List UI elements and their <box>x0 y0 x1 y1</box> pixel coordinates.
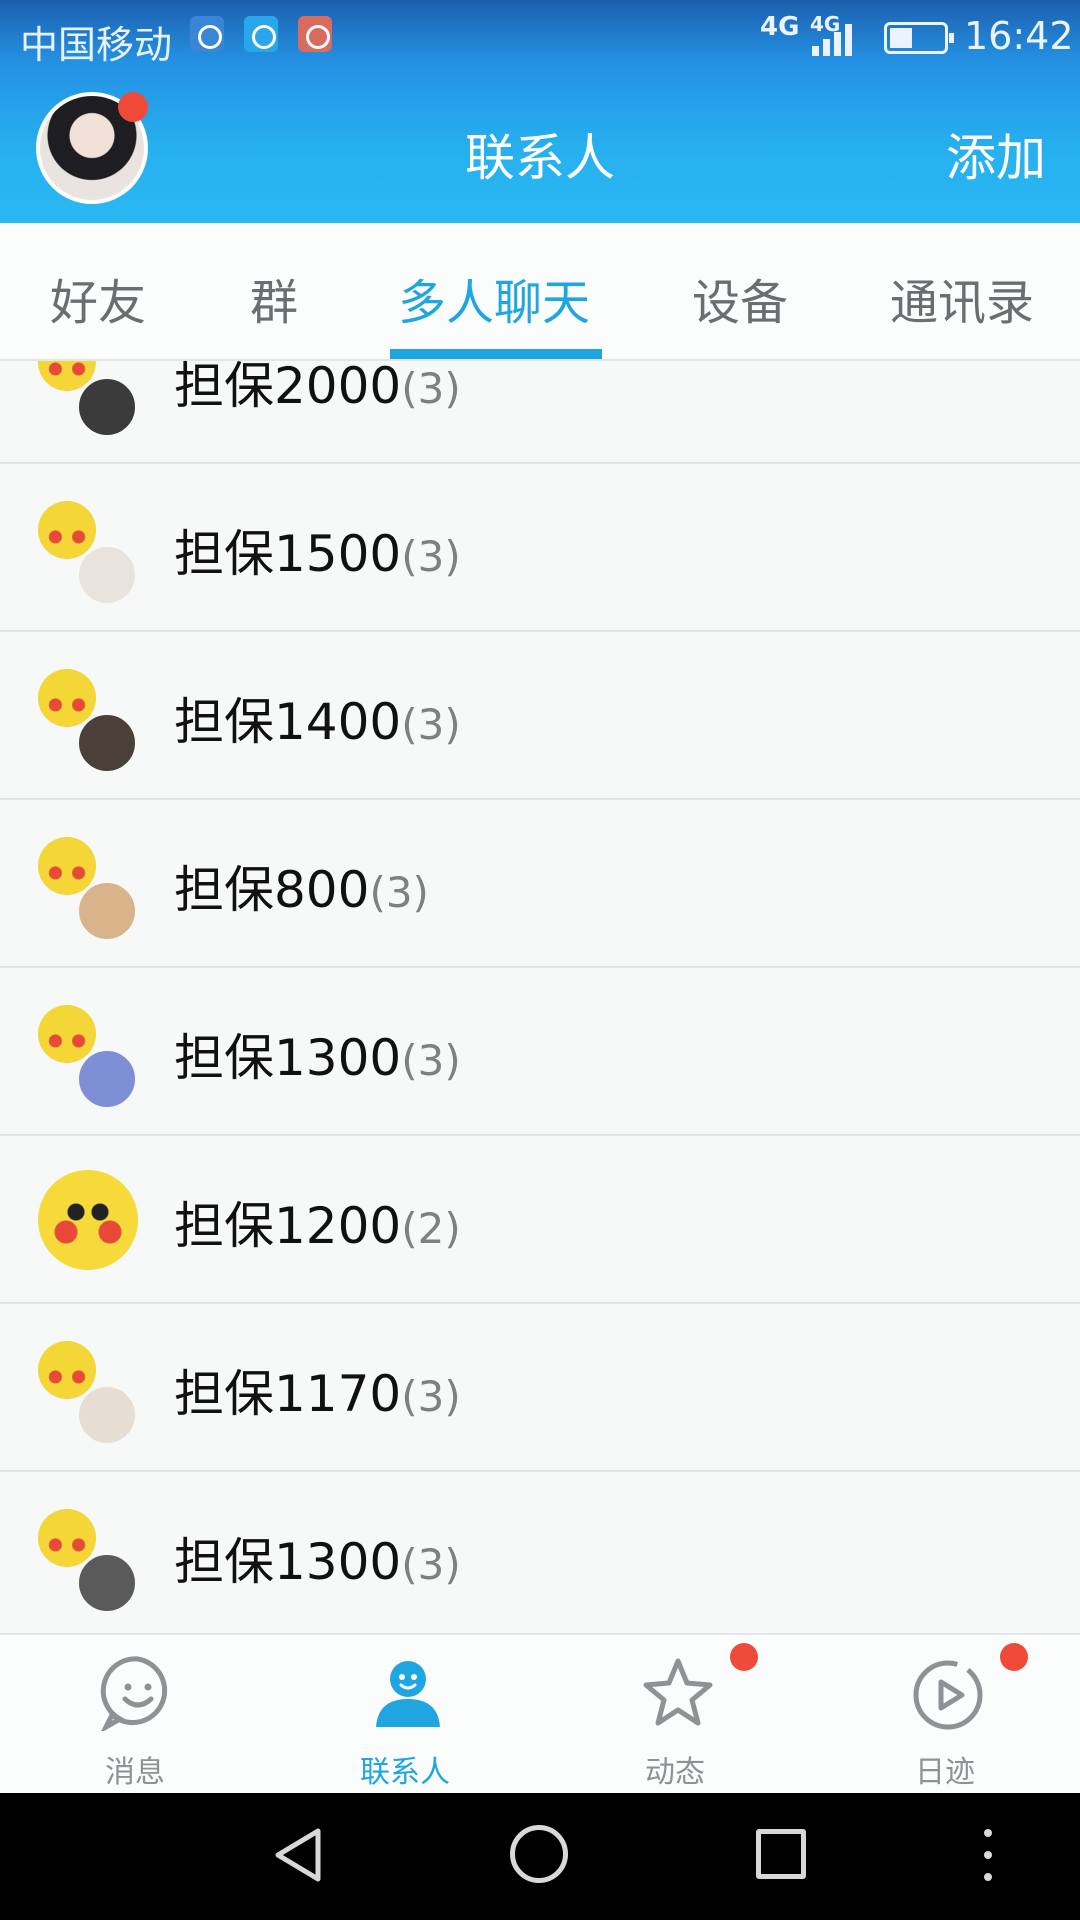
chat-name: 担保2000(3) <box>174 361 461 415</box>
nav-contacts[interactable]: 联系人 <box>270 1635 540 1795</box>
list-item[interactable]: 担保1300(3) <box>0 968 1080 1136</box>
tab-multi-chat[interactable]: 多人聊天 <box>398 263 590 333</box>
list-item[interactable]: 担保1170(3) <box>0 1304 1080 1472</box>
network-type-label: 4G <box>760 12 800 42</box>
daily-trace-badge <box>1000 1643 1028 1671</box>
member-count: (3) <box>369 868 429 917</box>
list-item[interactable]: 担保1200(2) <box>0 1136 1080 1304</box>
member-avatar-front <box>76 376 138 438</box>
member-avatar-front <box>76 544 138 606</box>
member-count: (3) <box>401 1036 461 1085</box>
app-screen: 中国移动 4G 4G 16:42 联系人 添加 好友 群 多人聊天 设备 通讯录 <box>0 0 1080 1920</box>
member-count: (2) <box>401 1204 461 1253</box>
list-item[interactable]: 担保1300(3) <box>0 1472 1080 1633</box>
nav-daily-trace[interactable]: 日迹 <box>810 1635 1080 1795</box>
member-avatar-front <box>76 1384 138 1446</box>
message-app-icon <box>244 16 278 52</box>
member-avatar-front <box>76 1048 138 1110</box>
nav-feed[interactable]: 动态 <box>540 1635 810 1795</box>
tab-devices[interactable]: 设备 <box>692 263 788 333</box>
tab-friends[interactable]: 好友 <box>50 263 146 333</box>
member-avatar-front <box>76 880 138 942</box>
header: 中国移动 4G 4G 16:42 联系人 添加 <box>0 0 1080 223</box>
contact-tabs: 好友 群 多人聊天 设备 通讯录 <box>0 223 1080 361</box>
add-button[interactable]: 添加 <box>946 118 1046 190</box>
member-count: (3) <box>401 1372 461 1421</box>
recent-apps-icon[interactable] <box>756 1829 806 1879</box>
member-count: (3) <box>401 1540 461 1589</box>
bottom-nav: 消息 联系人 动态 日迹 <box>0 1633 1080 1793</box>
chat-name: 担保1400(3) <box>174 693 461 751</box>
chat-name: 担保1300(3) <box>174 1029 461 1087</box>
signal-icon <box>812 24 858 56</box>
chat-name: 担保1170(3) <box>174 1365 461 1423</box>
member-count: (3) <box>401 532 461 581</box>
list-item[interactable]: 担保2000(3) <box>0 361 1080 464</box>
battery-icon <box>884 22 954 54</box>
home-icon[interactable] <box>510 1825 568 1883</box>
play-circle-icon <box>913 1660 983 1730</box>
system-navigation-bar <box>0 1793 1080 1920</box>
chat-name: 担保1200(2) <box>174 1197 461 1255</box>
multi-chat-list[interactable]: 担保2000(3) 担保1500(3) 担保1400(3) 担保800(3) 担 <box>0 361 1080 1633</box>
list-item[interactable]: 担保1500(3) <box>0 464 1080 632</box>
nav-messages[interactable]: 消息 <box>0 1635 270 1795</box>
nav-label: 动态 <box>645 1755 705 1790</box>
feed-badge <box>730 1643 758 1671</box>
star-icon <box>643 1658 713 1726</box>
health-app-icon <box>190 16 224 52</box>
member-avatar-front <box>76 712 138 774</box>
nav-label: 日迹 <box>915 1755 975 1790</box>
member-count: (3) <box>401 700 461 749</box>
active-tab-indicator <box>390 349 602 359</box>
back-icon[interactable] <box>272 1825 324 1885</box>
member-count: (3) <box>401 364 461 413</box>
chat-name: 担保800(3) <box>174 861 429 919</box>
nav-label: 联系人 <box>360 1755 450 1790</box>
status-bar: 中国移动 4G 4G 16:42 <box>0 0 1080 72</box>
contact-person-icon <box>376 1661 440 1727</box>
nav-label: 消息 <box>105 1755 165 1790</box>
page-title: 联系人 <box>465 129 615 187</box>
status-time: 16:42 <box>964 14 1074 58</box>
group-avatar <box>38 1170 138 1270</box>
more-options-icon[interactable] <box>984 1829 994 1883</box>
list-item[interactable]: 担保1400(3) <box>0 632 1080 800</box>
chat-name: 担保1500(3) <box>174 525 461 583</box>
tab-groups[interactable]: 群 <box>250 263 298 333</box>
tab-address-book[interactable]: 通讯录 <box>890 263 1034 333</box>
chat-name: 担保1300(3) <box>174 1533 461 1591</box>
app-notification-icon <box>298 16 332 52</box>
smile-chat-icon <box>100 1656 168 1731</box>
carrier-name: 中国移动 <box>20 23 173 67</box>
member-avatar-front <box>76 1552 138 1614</box>
list-item[interactable]: 担保800(3) <box>0 800 1080 968</box>
